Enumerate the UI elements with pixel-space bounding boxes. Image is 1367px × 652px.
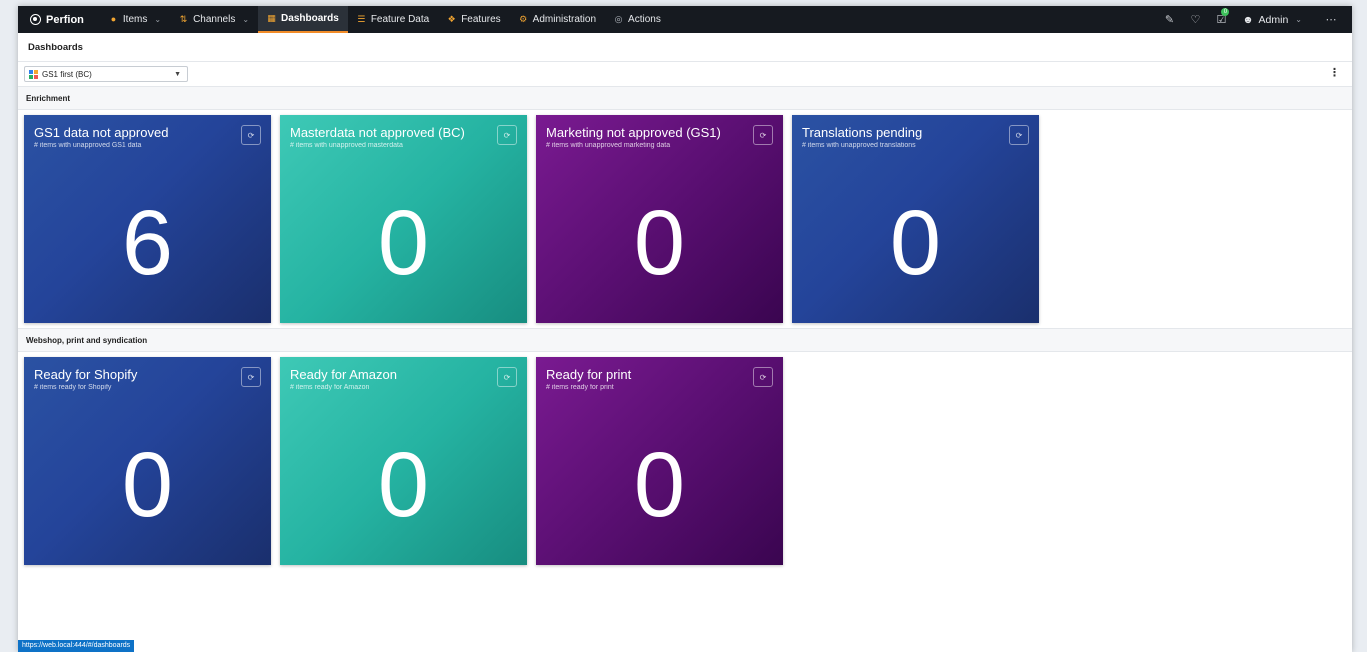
card-title: Ready for Amazon — [290, 367, 397, 382]
nav-actions[interactable]: ◎ Actions — [605, 6, 670, 33]
nav-channels[interactable]: ⇅ Channels ⌄ — [170, 6, 258, 33]
card-title: Masterdata not approved (BC) — [290, 125, 465, 140]
user-name: Admin — [1258, 13, 1289, 26]
brand-name: Perfion — [46, 13, 84, 26]
card-title: Translations pending — [802, 125, 923, 140]
caret-down-icon: ▼ — [174, 70, 181, 78]
section-header-enrichment: Enrichment — [18, 86, 1352, 110]
chevron-down-icon: ⌄ — [1295, 15, 1302, 24]
refresh-icon[interactable]: ⟳ — [241, 125, 261, 145]
bell-icon[interactable]: ♡ — [1182, 13, 1208, 26]
card-subtitle: # items ready for Amazon — [290, 384, 370, 391]
card-value: 0 — [889, 192, 942, 294]
refresh-icon[interactable]: ⟳ — [497, 367, 517, 387]
card-subtitle: # items with unapproved GS1 data — [34, 142, 142, 149]
chevron-down-icon: ⌄ — [242, 15, 250, 24]
nav-dashboards-label: Dashboards — [281, 13, 339, 24]
user-menu[interactable]: ☻ Admin ⌄ — [1234, 14, 1318, 26]
nav-features-label: Features — [461, 14, 501, 25]
card-subtitle: # items with unapproved masterdata — [290, 142, 403, 149]
nav-items-label: Items — [122, 14, 148, 25]
card-value: 0 — [633, 434, 686, 536]
actions-icon: ◎ — [614, 14, 623, 24]
kpi-card[interactable]: Ready for Shopify # items ready for Shop… — [24, 357, 271, 565]
card-subtitle: # items with unapproved marketing data — [546, 142, 671, 149]
app-grid-icon[interactable]: ⋯ — [1318, 13, 1344, 26]
nav-feature-data-label: Feature Data — [370, 14, 430, 25]
dashboard-select-value: GS1 first (BC) — [42, 69, 92, 79]
nav-items[interactable]: ● Items ⌄ — [100, 6, 170, 33]
kpi-card[interactable]: GS1 data not approved # items with unapp… — [24, 115, 271, 323]
card-subtitle: # items ready for print — [546, 384, 614, 391]
tasks-badge: 0 — [1221, 8, 1230, 16]
card-value: 0 — [377, 434, 430, 536]
card-title: GS1 data not approved — [34, 125, 169, 140]
items-icon: ● — [110, 14, 117, 24]
page-header: Dashboards — [18, 33, 1352, 62]
tasks-icon[interactable]: ☑ 0 — [1208, 8, 1234, 26]
card-subtitle: # items with unapproved translations — [802, 142, 916, 149]
kpi-card[interactable]: Masterdata not approved (BC) # items wit… — [280, 115, 527, 323]
dashboard-select[interactable]: GS1 first (BC) ▼ — [24, 66, 188, 82]
kpi-card[interactable]: Ready for Amazon # items ready for Amazo… — [280, 357, 527, 565]
section-header-webshop: Webshop, print and syndication — [18, 328, 1352, 352]
features-icon: ❖ — [447, 14, 456, 24]
app-window: Perfion ● Items ⌄ ⇅ Channels ⌄ ▦ Dashboa… — [18, 6, 1352, 652]
nav-channels-label: Channels — [193, 14, 236, 25]
kpi-card[interactable]: Marketing not approved (GS1) # items wit… — [536, 115, 783, 323]
page-title: Dashboards — [28, 41, 83, 53]
dashboard-color-icon — [29, 69, 38, 79]
card-value: 0 — [633, 192, 686, 294]
nav-administration[interactable]: ⚙ Administration — [510, 6, 605, 33]
more-options-icon[interactable]: ⋮ — [1329, 68, 1340, 79]
nav-dashboards[interactable]: ▦ Dashboards — [258, 6, 348, 33]
refresh-icon[interactable]: ⟳ — [497, 125, 517, 145]
nav-actions-label: Actions — [628, 14, 661, 25]
section-cards-enrichment: GS1 data not approved # items with unapp… — [18, 110, 1352, 328]
brand-logo[interactable]: Perfion — [18, 14, 100, 26]
feature-data-icon: ☰ — [357, 14, 366, 24]
refresh-icon[interactable]: ⟳ — [753, 125, 773, 145]
card-value: 0 — [377, 192, 430, 294]
nav-right-tools: ✎ ♡ ☑ 0 ☻ Admin ⌄ ⋯ — [1156, 8, 1352, 26]
perfion-logo-icon — [30, 14, 41, 25]
refresh-icon[interactable]: ⟳ — [241, 367, 261, 387]
card-title: Ready for print — [546, 367, 632, 382]
chevron-down-icon: ⌄ — [154, 15, 162, 24]
card-value: 0 — [121, 434, 174, 536]
dashboards-icon: ▦ — [267, 13, 276, 23]
nav-feature-data[interactable]: ☰ Feature Data — [348, 6, 438, 33]
tools-icon[interactable]: ✎ — [1156, 13, 1182, 26]
user-icon: ☻ — [1242, 13, 1254, 26]
kpi-card[interactable]: Ready for print # items ready for print … — [536, 357, 783, 565]
refresh-icon[interactable]: ⟳ — [753, 367, 773, 387]
refresh-icon[interactable]: ⟳ — [1009, 125, 1029, 145]
card-title: Ready for Shopify — [34, 367, 138, 382]
dashboard-toolbar: GS1 first (BC) ▼ ⋮ — [18, 62, 1352, 86]
nav-administration-label: Administration — [532, 14, 597, 25]
card-subtitle: # items ready for Shopify — [34, 384, 112, 391]
status-bar-url: https://web.local:444/#/dashboards — [18, 640, 135, 652]
card-value: 6 — [121, 192, 174, 294]
section-cards-webshop: Ready for Shopify # items ready for Shop… — [18, 352, 1352, 570]
nav-features[interactable]: ❖ Features — [438, 6, 509, 33]
channels-icon: ⇅ — [179, 14, 188, 24]
kpi-card[interactable]: Translations pending # items with unappr… — [792, 115, 1039, 323]
top-navigation: Perfion ● Items ⌄ ⇅ Channels ⌄ ▦ Dashboa… — [18, 6, 1352, 33]
card-title: Marketing not approved (GS1) — [546, 125, 721, 140]
administration-icon: ⚙ — [519, 14, 528, 24]
